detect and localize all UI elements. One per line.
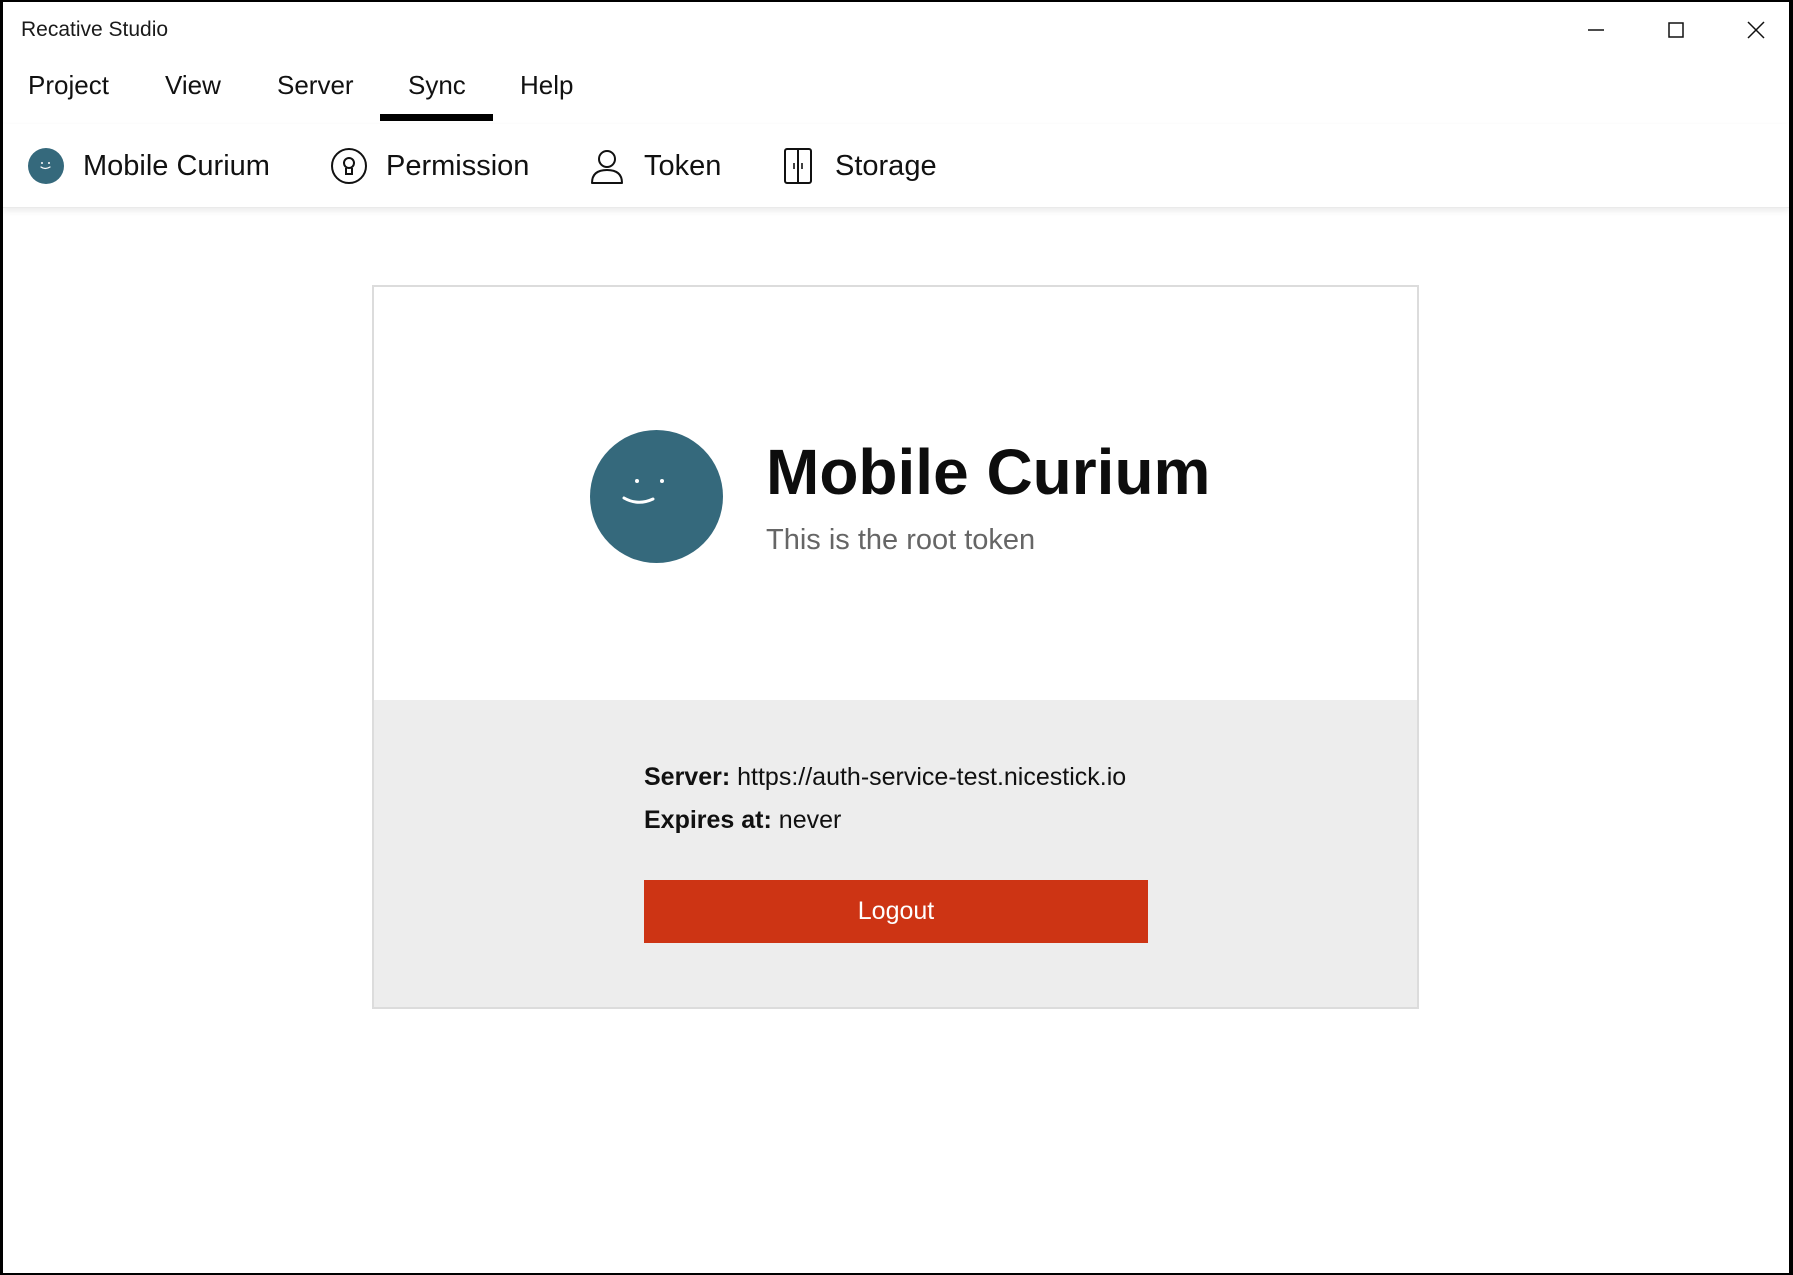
toolbar-item-mobile-curium[interactable]: Mobile Curium (27, 144, 270, 188)
menu-bar: Project View Server Sync Help (3, 58, 1789, 124)
server-label: Server: (644, 763, 731, 791)
menu-item-server[interactable]: Server (277, 70, 354, 121)
expires-value: never (778, 806, 842, 834)
token-title: Mobile Curium (766, 436, 1211, 508)
expires-row: Expires at: never (644, 806, 841, 835)
active-menu-indicator (380, 114, 493, 121)
toolbar-item-permission[interactable]: Permission (330, 144, 529, 188)
token-card: Mobile Curium This is the root token Ser… (372, 285, 1419, 1009)
app-window: Recative Studio Project View Server Sync… (3, 2, 1789, 1273)
maximize-button[interactable] (1636, 2, 1716, 58)
toolbar-item-token[interactable]: Token (588, 144, 721, 188)
logout-button[interactable]: Logout (644, 880, 1148, 943)
close-button[interactable] (1716, 2, 1789, 58)
expires-label: Expires at: (644, 806, 772, 834)
close-icon (1747, 21, 1765, 39)
token-info-panel: Server: https://auth-service-test.nicest… (374, 700, 1417, 1007)
minimize-icon (1588, 29, 1604, 31)
toolbar-item-label: Token (644, 149, 722, 182)
token-subtitle: This is the root token (766, 524, 1036, 556)
storage-icon (779, 147, 817, 185)
server-value: https://auth-service-test.nicestick.io (737, 763, 1127, 791)
toolbar-item-label: Storage (835, 149, 937, 182)
menu-item-project[interactable]: Project (28, 70, 109, 121)
user-icon (588, 147, 626, 185)
title-bar[interactable]: Recative Studio (3, 2, 1789, 58)
menu-item-view[interactable]: View (165, 70, 221, 121)
minimize-button[interactable] (1556, 2, 1636, 58)
toolbar-item-label: Mobile Curium (83, 149, 270, 182)
toolbar-item-label: Permission (386, 149, 530, 182)
server-row: Server: https://auth-service-test.nicest… (644, 763, 1126, 792)
toolbar-item-storage[interactable]: Storage (779, 144, 937, 188)
menu-item-help[interactable]: Help (520, 70, 573, 121)
avatar (590, 430, 723, 563)
app-title: Recative Studio (21, 18, 169, 41)
permission-icon (330, 147, 368, 185)
avatar-icon (27, 147, 65, 185)
avatar-face-icon (622, 479, 664, 504)
toolbar: Mobile Curium Permission Token Storage (3, 124, 1789, 208)
token-card-header: Mobile Curium This is the root token (374, 287, 1417, 700)
maximize-icon (1668, 22, 1684, 38)
